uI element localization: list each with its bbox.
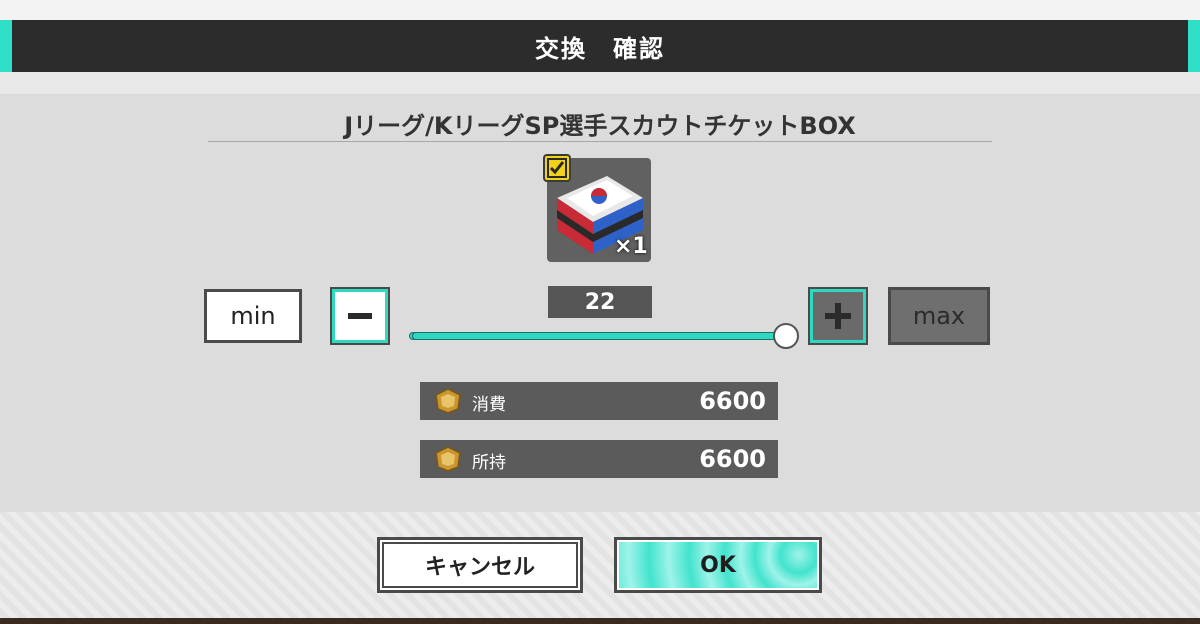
- cost-label: 消費: [472, 395, 506, 415]
- cost-amount: 6600: [699, 387, 766, 415]
- top-strip: [0, 0, 1200, 20]
- bottom-edge: [0, 618, 1200, 624]
- ok-button[interactable]: OK: [614, 537, 822, 593]
- max-button-label: max: [912, 302, 966, 330]
- cost-row-owned: 所持 6600: [420, 440, 778, 478]
- item-quantity: ×1: [614, 234, 648, 259]
- dialog-footer: [0, 512, 1200, 624]
- quantity-value: 22: [548, 286, 652, 318]
- max-button[interactable]: max: [888, 287, 990, 345]
- increment-button[interactable]: [808, 287, 868, 345]
- ok-button-label: OK: [700, 552, 736, 578]
- header-accent-left: [0, 20, 12, 72]
- dialog-title: 交換 確認: [535, 34, 665, 63]
- check-badge-icon: [543, 154, 571, 182]
- plus-icon: [825, 303, 851, 329]
- owned-label: 所持: [472, 453, 506, 473]
- min-button-label: min: [230, 302, 276, 330]
- cancel-button[interactable]: キャンセル: [377, 537, 583, 593]
- owned-amount: 6600: [699, 445, 766, 473]
- coin-icon: [435, 388, 461, 414]
- header-accent-right: [1188, 20, 1200, 72]
- min-button[interactable]: min: [204, 289, 302, 343]
- decrement-button[interactable]: [330, 287, 390, 345]
- quantity-slider-track[interactable]: [412, 332, 786, 340]
- title-divider: [208, 141, 992, 142]
- cost-row-consume: 消費 6600: [420, 382, 778, 420]
- item-name: Jリーグ/KリーグSP選手スカウトチケットBOX: [344, 112, 856, 140]
- quantity-slider-handle[interactable]: [773, 323, 799, 349]
- header-band: [0, 72, 1200, 94]
- dialog-header: 交換 確認: [0, 20, 1200, 72]
- coin-icon: [435, 446, 461, 472]
- minus-icon: [348, 313, 372, 319]
- cancel-button-label: キャンセル: [424, 555, 535, 580]
